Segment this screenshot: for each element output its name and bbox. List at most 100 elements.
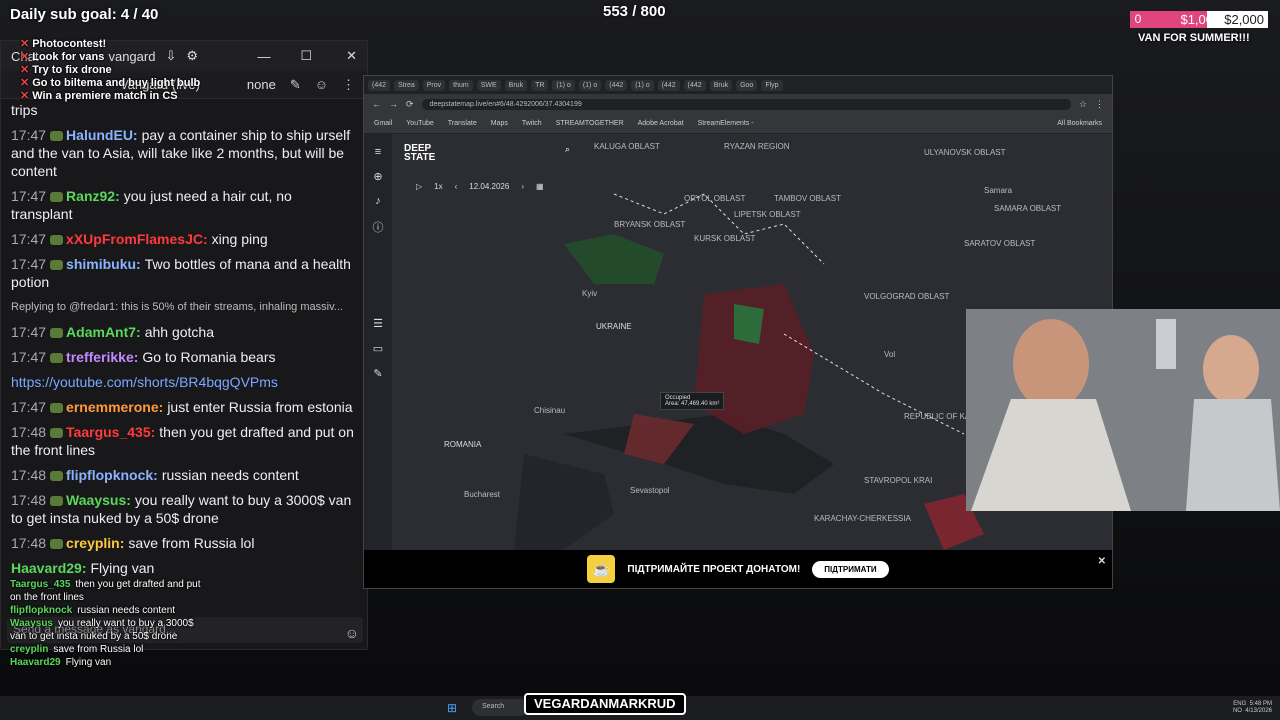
- donation-progress: $1,002 $2,000: [1146, 11, 1268, 28]
- date-label[interactable]: 12.04.2026: [469, 182, 509, 191]
- browser-tab[interactable]: (442: [683, 79, 706, 91]
- chat-username[interactable]: trefferikke:: [66, 349, 138, 365]
- bookmark-item[interactable]: Maps: [491, 120, 508, 127]
- bell-icon[interactable]: ♪: [375, 195, 381, 207]
- info-icon[interactable]: ⓘ: [373, 219, 384, 235]
- bookmark-item[interactable]: Translate: [448, 120, 477, 127]
- map-label: VOLGOGRAD OBLAST: [864, 292, 950, 301]
- bookmark-item[interactable]: YouTube: [406, 120, 434, 127]
- browser-tab[interactable]: (1) o: [578, 79, 602, 91]
- chat-text: just enter Russia from estonia: [167, 399, 353, 415]
- minimize-icon[interactable]: —: [257, 49, 270, 64]
- van-label: VAN FOR SUMMER!!!: [1138, 32, 1250, 44]
- taskbar-search[interactable]: Search: [472, 699, 528, 716]
- star-icon[interactable]: ☆: [1079, 99, 1087, 110]
- map-label: SARATOV OBLAST: [964, 239, 1036, 248]
- chat-text: save from Russia lol: [128, 535, 255, 551]
- browser-tab[interactable]: Prov: [422, 79, 446, 91]
- maximize-icon[interactable]: ☐: [300, 48, 312, 64]
- chat-username[interactable]: Waaysus:: [66, 492, 131, 508]
- browser-tab[interactable]: (442: [605, 79, 628, 91]
- map-label: BRYANSK OBLAST: [614, 220, 686, 229]
- chat-link[interactable]: https://youtube.com/shorts/BR4bqgQVPms: [11, 374, 278, 390]
- browser-tab[interactable]: thum: [449, 79, 473, 91]
- browser-tab[interactable]: Strea: [394, 79, 419, 91]
- browser-tab[interactable]: (442: [368, 79, 391, 91]
- users-icon[interactable]: ☺: [315, 77, 328, 92]
- layer-icon[interactable]: ▭: [373, 342, 383, 355]
- close-banner-icon[interactable]: ✕: [1098, 556, 1106, 567]
- play-icon[interactable]: ▷: [416, 182, 422, 191]
- chat-message: https://youtube.com/shorts/BR4bqgQVPms: [11, 373, 357, 391]
- url-field[interactable]: deepstatemap.live/en#6/48.4292006/37.430…: [421, 98, 1071, 110]
- prev-date-icon[interactable]: ‹: [455, 182, 458, 191]
- browser-tab[interactable]: (1) o: [552, 79, 575, 91]
- forward-icon[interactable]: →: [389, 99, 398, 109]
- chat-message: trips: [11, 101, 357, 119]
- bookmark-item[interactable]: StreamElements -: [698, 120, 754, 127]
- browser-tab[interactable]: (442: [657, 79, 680, 91]
- browser-tab[interactable]: TR: [531, 79, 549, 91]
- bookmark-item[interactable]: Adobe Acrobat: [638, 120, 684, 127]
- chat-text: trips: [11, 102, 38, 118]
- bookmark-item[interactable]: Gmail: [374, 120, 392, 127]
- map-label: KARACHAY-CHERKESSIA: [814, 514, 911, 523]
- bookmark-item[interactable]: All Bookmarks: [1057, 120, 1102, 127]
- draw-icon[interactable]: ✎: [373, 367, 382, 380]
- chat-message: 17:48 flipflopknock: russian needs content: [11, 466, 357, 484]
- user-badge-icon: [50, 260, 64, 271]
- map-label: Chisinau: [534, 406, 566, 415]
- extensions-icon[interactable]: ⋮: [1095, 99, 1104, 110]
- browser-tab[interactable]: Bruk: [504, 79, 528, 91]
- bookmark-item[interactable]: Twitch: [522, 120, 542, 127]
- map-label: ORYOL OBLAST: [684, 194, 746, 203]
- x-icon: ✕: [20, 38, 30, 50]
- browser-tab[interactable]: Flyp: [761, 79, 783, 91]
- chat-username[interactable]: flipflopknock:: [66, 467, 158, 483]
- browser-tab[interactable]: Bruk: [709, 79, 733, 91]
- chat-username[interactable]: HalundEU:: [66, 127, 138, 143]
- filter-icon[interactable]: ☰: [373, 317, 383, 330]
- pencil-icon[interactable]: ✎: [290, 77, 301, 93]
- search-icon[interactable]: ⌕: [565, 144, 570, 155]
- more-icon[interactable]: ⋮: [342, 77, 355, 93]
- bookmark-item[interactable]: STREAMTOGETHER: [556, 120, 624, 127]
- chat-username[interactable]: creyplin:: [66, 535, 124, 551]
- calendar-icon[interactable]: ▦: [536, 182, 544, 191]
- chat-username[interactable]: shimibuku:: [66, 256, 141, 272]
- tiktok-handle: VEGARDANMARKRUD: [524, 693, 686, 715]
- donate-banner: ☕ ПІДТРИМАЙТЕ ПРОЕКТ ДОНАТОМ! ПІДТРИМАТИ…: [364, 550, 1112, 588]
- browser-tab[interactable]: (1) o: [631, 79, 654, 91]
- webcam-svg: [966, 309, 1280, 511]
- donation-goal: $2,000: [1224, 12, 1264, 27]
- speed-label[interactable]: 1x: [434, 182, 442, 191]
- menu-icon[interactable]: ≡: [375, 146, 381, 158]
- chat-username[interactable]: ernemmerone:: [66, 399, 163, 415]
- flag-icon[interactable]: ⊕: [373, 170, 382, 183]
- overlay-chat-line: Taargus_435 then you get drafted and put …: [10, 579, 201, 603]
- map-label: Kyiv: [582, 289, 598, 298]
- emoji-icon[interactable]: ☺: [345, 625, 359, 641]
- chat-message: Haavard29: Flying van: [11, 559, 357, 577]
- chat-username[interactable]: AdamAnt7:: [66, 324, 141, 340]
- chat-message: 17:47 xXUpFromFlamesJC: xing ping: [11, 230, 357, 248]
- chat-username[interactable]: xXUpFromFlamesJC:: [66, 231, 208, 247]
- user-badge-icon: [50, 539, 64, 550]
- webcam-feed: [966, 309, 1280, 511]
- reload-icon[interactable]: ⟳: [406, 99, 414, 110]
- next-date-icon[interactable]: ›: [521, 182, 524, 191]
- back-icon[interactable]: ←: [372, 99, 381, 109]
- donate-button[interactable]: ПІДТРИМАТИ: [812, 560, 889, 578]
- chat-text: russian needs content: [161, 467, 299, 483]
- chat-username[interactable]: Taargus_435:: [66, 424, 155, 440]
- browser-tab[interactable]: Goo: [736, 79, 758, 91]
- chat-message: 17:48 creyplin: save from Russia lol: [11, 534, 357, 552]
- user-badge-icon: [50, 328, 64, 339]
- windows-icon[interactable]: ⊞: [447, 701, 457, 715]
- user-badge-icon: [50, 496, 64, 507]
- chat-username[interactable]: Haavard29:: [11, 560, 87, 576]
- chat-username[interactable]: Ranz92:: [66, 188, 120, 204]
- occupied-area: Area: 47,469.40 km²: [665, 401, 720, 407]
- close-icon[interactable]: ✕: [346, 48, 357, 64]
- browser-tab[interactable]: SWE: [476, 79, 501, 91]
